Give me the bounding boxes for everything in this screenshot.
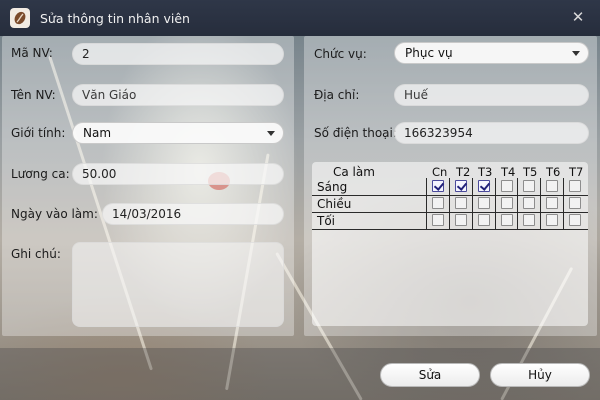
col-divider	[517, 178, 518, 230]
day-header-t3: T3	[478, 165, 493, 179]
day-header-t5: T5	[523, 165, 538, 179]
chevron-down-icon	[572, 51, 580, 56]
shift-checkbox-2-t5[interactable]	[523, 214, 535, 226]
shift-checkbox-1-t3[interactable]	[478, 197, 490, 209]
day-header-t4: T4	[501, 165, 516, 179]
gioi-tinh-select[interactable]: Nam	[72, 122, 284, 144]
chuc-vu-select[interactable]: Phục vụ	[394, 42, 589, 64]
ngay-vao-lam-field[interactable]: 14/03/2016	[102, 203, 284, 225]
dia-chi-label: Địa chỉ:	[314, 88, 360, 102]
shift-checkbox-2-t7[interactable]	[569, 214, 581, 226]
ten-nv-field[interactable]: Văn Giáo	[72, 84, 284, 106]
shift-checkbox-1-t5[interactable]	[523, 197, 535, 209]
shift-checkbox-1-cn[interactable]	[432, 197, 444, 209]
shift-label-sang: Sáng	[317, 180, 348, 194]
shift-checkbox-0-t7[interactable]	[569, 180, 581, 192]
shift-checkbox-1-t7[interactable]	[569, 197, 581, 209]
save-button[interactable]: Sửa	[380, 363, 480, 387]
col-divider	[426, 178, 427, 230]
chuc-vu-value: Phục vụ	[405, 46, 453, 60]
col-divider	[472, 178, 473, 230]
so-dien-thoai-field[interactable]: 166323954	[394, 122, 589, 144]
shift-checkbox-1-t6[interactable]	[546, 197, 558, 209]
col-divider	[540, 178, 541, 230]
chuc-vu-label: Chức vụ:	[314, 47, 367, 61]
shift-checkbox-0-t6[interactable]	[546, 180, 558, 192]
ngay-vao-lam-label: Ngày vào làm:	[11, 207, 98, 221]
shift-checkbox-2-cn[interactable]	[432, 214, 444, 226]
gioi-tinh-label: Giới tính:	[11, 126, 66, 140]
day-header-t6: T6	[546, 165, 561, 179]
shift-checkbox-0-t4[interactable]	[501, 180, 513, 192]
cancel-button[interactable]: Hủy	[490, 363, 590, 387]
shift-checkbox-2-t2[interactable]	[455, 214, 467, 226]
gioi-tinh-value: Nam	[83, 126, 112, 140]
row-divider	[312, 195, 588, 196]
col-divider	[495, 178, 496, 230]
shift-checkbox-2-t6[interactable]	[546, 214, 558, 226]
shift-checkbox-1-t4[interactable]	[501, 197, 513, 209]
col-divider	[563, 178, 564, 230]
shift-checkbox-2-t3[interactable]	[478, 214, 490, 226]
shift-checkbox-0-t5[interactable]	[523, 180, 535, 192]
ma-nv-field[interactable]: 2	[72, 43, 284, 65]
row-divider	[312, 229, 588, 230]
luong-ca-field[interactable]: 50.00	[72, 163, 284, 185]
shift-label-chieu: Chiều	[317, 197, 352, 211]
day-header-t7: T7	[569, 165, 584, 179]
ghi-chu-textarea[interactable]	[72, 242, 284, 327]
col-divider	[449, 178, 450, 230]
window-title: Sửa thông tin nhân viên	[40, 10, 190, 26]
so-dien-thoai-label: Số điện thoại:	[314, 126, 397, 140]
close-icon[interactable]: ✕	[570, 9, 586, 25]
shift-checkbox-2-t4[interactable]	[501, 214, 513, 226]
schedule-header: Ca làm	[333, 165, 375, 179]
schedule-table: Ca làm Cn T2 T3 T4 T5 T6 T7 Sáng Chiều T…	[312, 162, 588, 326]
ten-nv-label: Tên NV:	[11, 88, 56, 102]
row-divider	[312, 212, 588, 213]
chevron-down-icon	[267, 131, 275, 136]
dia-chi-field[interactable]: Huế	[394, 84, 589, 106]
shift-checkbox-1-t2[interactable]	[455, 197, 467, 209]
ghi-chu-label: Ghi chú:	[11, 247, 61, 261]
day-header-t2: T2	[456, 165, 471, 179]
day-header-cn: Cn	[432, 165, 448, 179]
coffee-bean-icon	[10, 8, 30, 28]
title-bar[interactable]: Sửa thông tin nhân viên ✕	[0, 0, 600, 36]
ma-nv-label: Mã NV:	[11, 46, 53, 60]
shift-checkbox-0-t3[interactable]	[478, 180, 490, 192]
shift-label-toi: Tối	[317, 214, 336, 228]
shift-checkbox-0-t2[interactable]	[455, 180, 467, 192]
shift-checkbox-0-cn[interactable]	[432, 180, 444, 192]
luong-ca-label: Lương ca:	[11, 167, 70, 181]
